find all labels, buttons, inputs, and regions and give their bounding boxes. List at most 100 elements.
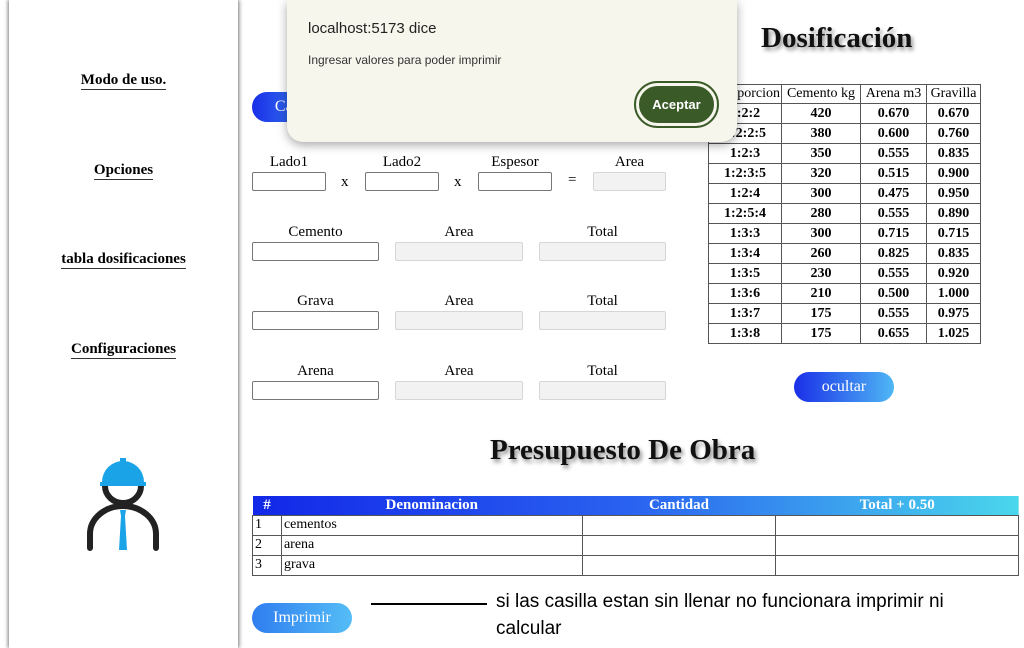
- arena-m3-cell: 0.655: [860, 323, 927, 344]
- column-header: Gravilla: [926, 84, 981, 104]
- proporcion-cell: 1:2:3:5: [708, 163, 782, 184]
- cemento-kg-cell: 420: [781, 103, 861, 124]
- cemento-kg-cell: 300: [781, 183, 861, 204]
- cemento-input[interactable]: [252, 242, 379, 261]
- row-cantidad: [581, 514, 777, 536]
- grava-area-output: [395, 311, 523, 330]
- sidebar-item-label[interactable]: Modo de uso.: [80, 72, 167, 90]
- cemento-kg-cell: 380: [781, 123, 861, 144]
- table-row: 1:2:5:4 280 0.555 0.890: [708, 203, 981, 224]
- sidebar-item-tabla-dosificaciones[interactable]: tabla dosificaciones: [9, 251, 238, 269]
- dosificacion-title: Dosificación: [761, 22, 913, 54]
- grava-label: Grava: [297, 293, 334, 309]
- gravilla-cell: 0.975: [926, 303, 981, 324]
- row-total: [775, 554, 1019, 576]
- sidebar-item-label[interactable]: Configuraciones: [71, 341, 176, 359]
- arena-area-output: [395, 381, 523, 400]
- table-row: 1:3:6 210 0.500 1.000: [708, 283, 981, 304]
- accept-button[interactable]: Aceptar: [634, 81, 719, 128]
- area-output: [593, 172, 666, 191]
- worker-helmet-icon: [87, 458, 159, 551]
- column-header: Denominacion: [385, 496, 479, 513]
- sidebar-item-modo-de-uso[interactable]: Modo de uso.: [9, 72, 238, 90]
- times-operator: x: [454, 174, 462, 190]
- row-denominacion: grava: [280, 554, 583, 576]
- sidebar-item-configuraciones[interactable]: Configuraciones: [9, 341, 238, 359]
- proporcion-cell: 1:3:8: [708, 323, 782, 344]
- cemento-label: Cemento: [288, 224, 343, 240]
- cemento-kg-cell: 175: [781, 303, 861, 324]
- grava-input[interactable]: [252, 311, 379, 330]
- cemento-area-output: [395, 242, 523, 261]
- gravilla-cell: 0.890: [926, 203, 981, 224]
- table-header-row: # Denominacion Cantidad Total + 0.50: [252, 496, 1019, 515]
- times-operator: x: [341, 174, 349, 190]
- arena-total-output: [539, 381, 666, 400]
- ocultar-button[interactable]: ocultar: [794, 372, 894, 402]
- row-denominacion: cementos: [280, 514, 583, 536]
- arena-m3-cell: 0.555: [860, 203, 927, 224]
- arena-m3-cell: 0.475: [860, 183, 927, 204]
- row-total: [775, 514, 1019, 536]
- lado2-input[interactable]: [365, 172, 439, 191]
- table-row: 1:2:3 350 0.555 0.835: [708, 143, 981, 164]
- arena-m3-cell: 0.825: [860, 243, 927, 264]
- cemento-area-label: Area: [444, 224, 474, 240]
- grava-area-label: Area: [444, 293, 474, 309]
- row-cantidad: [581, 554, 777, 576]
- gravilla-cell: 0.900: [926, 163, 981, 184]
- espesor-label: Espesor: [491, 154, 539, 170]
- area-label: Area: [614, 154, 645, 170]
- table-header-row: Proporcion Cemento kg Arena m3 Gravilla: [708, 84, 981, 104]
- proporcion-cell: 1:3:3: [708, 223, 782, 244]
- proporcion-cell: 1:3:7: [708, 303, 782, 324]
- gravilla-cell: 0.950: [926, 183, 981, 204]
- lado1-label: Lado1: [269, 154, 309, 170]
- proporcion-cell: 1:3:6: [708, 283, 782, 304]
- sidebar-item-label[interactable]: Opciones: [93, 162, 154, 180]
- row-number: 2: [252, 534, 282, 556]
- row-denominacion: arena: [280, 534, 583, 556]
- cemento-kg-cell: 320: [781, 163, 861, 184]
- espesor-input[interactable]: [478, 172, 552, 191]
- table-row: 2 arena: [252, 534, 1019, 556]
- column-header: Arena m3: [860, 84, 927, 104]
- table-row: 1:2:2 420 0.670 0.670: [708, 103, 981, 124]
- sidebar-item-label[interactable]: tabla dosificaciones: [61, 251, 186, 269]
- grava-total-label: Total: [587, 293, 618, 309]
- cemento-total-output: [539, 242, 666, 261]
- arena-m3-cell: 0.670: [860, 103, 927, 124]
- proporcion-cell: 1:2:3: [708, 143, 782, 164]
- gravilla-cell: 0.760: [926, 123, 981, 144]
- table-row: 1:2:2:5 380 0.600 0.760: [708, 123, 981, 144]
- cemento-kg-cell: 210: [781, 283, 861, 304]
- presupuesto-table: # Denominacion Cantidad Total + 0.50 1 c…: [252, 496, 1019, 576]
- table-row: 1:3:4 260 0.825 0.835: [708, 243, 981, 264]
- equals-operator: =: [568, 172, 577, 188]
- sidebar-item-opciones[interactable]: Opciones: [9, 162, 238, 180]
- imprimir-button[interactable]: Imprimir: [252, 603, 352, 633]
- proporcion-cell: 1:3:5: [708, 263, 782, 284]
- alert-dialog: localhost:5173 dice Ingresar valores par…: [287, 0, 737, 142]
- table-row: 1:3:3 300 0.715 0.715: [708, 223, 981, 244]
- gravilla-cell: 0.670: [926, 103, 981, 124]
- arena-m3-cell: 0.555: [860, 143, 927, 164]
- arena-m3-cell: 0.500: [860, 283, 927, 304]
- row-number: 3: [252, 554, 282, 576]
- dosificacion-table: Proporcion Cemento kg Arena m3 Gravilla …: [708, 84, 981, 344]
- proporcion-cell: 1:2:5:4: [708, 203, 782, 224]
- cemento-total-label: Total: [587, 224, 618, 240]
- proporcion-cell: 1:3:4: [708, 243, 782, 264]
- cemento-kg-cell: 260: [781, 243, 861, 264]
- arena-input[interactable]: [252, 381, 379, 400]
- lado1-input[interactable]: [252, 172, 326, 191]
- annotation-note: si las casilla estan sin llenar no funci…: [496, 591, 944, 639]
- proporcion-cell: 1:2:4: [708, 183, 782, 204]
- table-row: 1:3:7 175 0.555 0.975: [708, 303, 981, 324]
- row-total: [775, 534, 1019, 556]
- arena-total-label: Total: [587, 363, 618, 379]
- sidebar: Modo de uso. Opciones tabla dosificacion…: [9, 0, 238, 648]
- cemento-kg-cell: 230: [781, 263, 861, 284]
- table-row: 1:3:5 230 0.555 0.920: [708, 263, 981, 284]
- table-row: 1:2:3:5 320 0.515 0.900: [708, 163, 981, 184]
